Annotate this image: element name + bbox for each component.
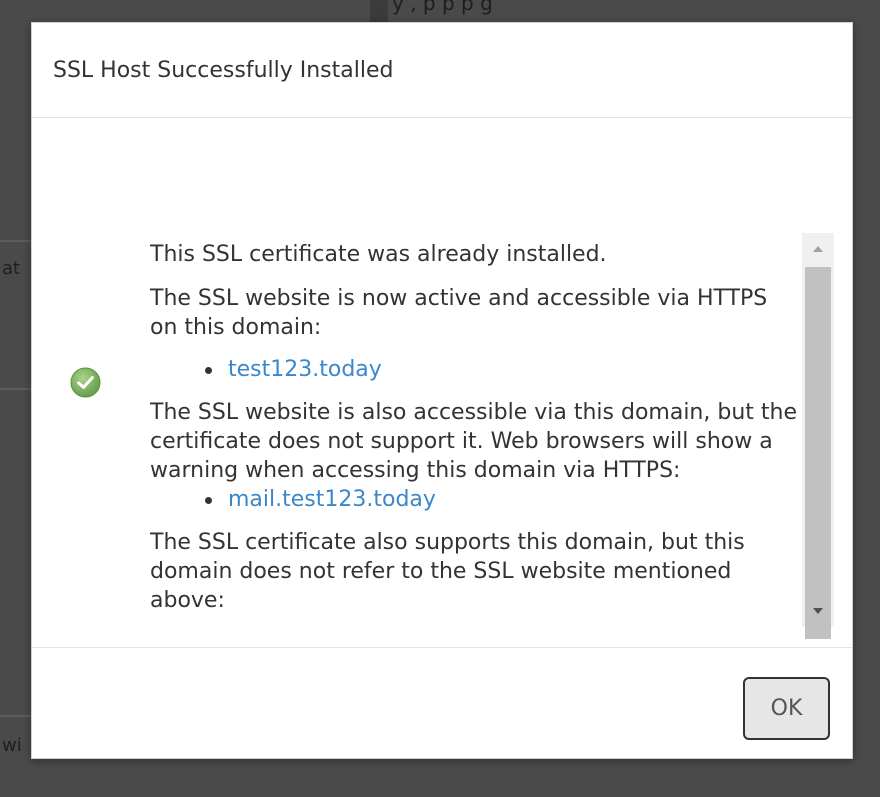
dialog-footer: OK — [32, 648, 852, 758]
message-also-supports: The SSL certificate also supports this d… — [150, 530, 745, 613]
scroll-up-arrow-icon[interactable] — [802, 233, 834, 265]
background-side-text: wi — [2, 735, 22, 756]
domain-link-mail-test123[interactable]: mail.test123.today — [228, 487, 436, 512]
unsupported-domain-list: mail.test123.today — [150, 485, 800, 515]
dialog-title: SSL Host Successfully Installed — [53, 57, 394, 83]
message-scroll-area[interactable]: This SSL certificate was already install… — [150, 234, 800, 625]
message-also-accessible: The SSL website is also accessible via t… — [150, 400, 797, 483]
message-already-installed: This SSL certificate was already install… — [150, 242, 607, 267]
list-item: test123.today — [150, 355, 800, 385]
background-side-text: at — [2, 258, 21, 279]
dialog-body: This SSL certificate was already install… — [32, 118, 852, 648]
scroll-thumb[interactable] — [805, 267, 831, 639]
dialog-header: SSL Host Successfully Installed — [32, 23, 852, 118]
ssl-installed-dialog: SSL Host Successfully Installed This SSL… — [31, 22, 853, 759]
message-active: The SSL website is now active and access… — [150, 286, 768, 340]
domain-link-test123[interactable]: test123.today — [228, 357, 382, 382]
background-divider — [370, 0, 388, 22]
background-top-text: y , p p p g — [392, 0, 493, 15]
message-scrollbar[interactable] — [802, 233, 834, 639]
ok-button[interactable]: OK — [743, 677, 830, 740]
scroll-down-arrow-icon[interactable] — [802, 595, 834, 627]
check-circle-icon — [70, 367, 101, 398]
list-item: mail.test123.today — [150, 485, 800, 515]
active-domain-list: test123.today — [150, 355, 800, 385]
